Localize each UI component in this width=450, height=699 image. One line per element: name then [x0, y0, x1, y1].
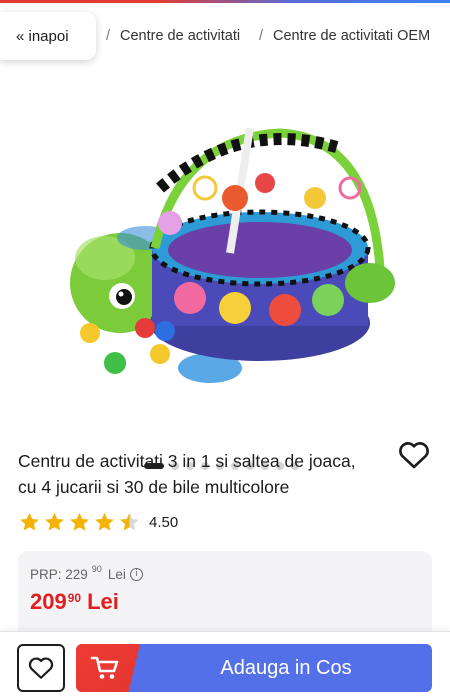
- shopping-cart-icon: [90, 656, 119, 679]
- add-to-cart-label: Adauga in Cos: [220, 656, 352, 679]
- product-gallery[interactable]: [0, 68, 450, 470]
- star-full-icon: [45, 512, 64, 531]
- cart-icon-area: [76, 644, 140, 692]
- product-title-line: Centru de activitati 3 in 1 si saltea de…: [18, 451, 356, 471]
- breadcrumb: i / Centre de activitati / Centre de act…: [0, 8, 450, 64]
- current-price: 209 90 Lei: [30, 589, 119, 615]
- add-to-cart-button[interactable]: Adauga in Cos: [76, 644, 432, 692]
- product-title-line: cu 4 jucarii si 30 de bile multicolore: [18, 477, 290, 497]
- price-decimals: 90: [67, 591, 82, 605]
- bottom-action-bar: Adauga in Cos: [0, 631, 450, 699]
- breadcrumb-separator: /: [259, 28, 264, 44]
- product-image[interactable]: [60, 78, 400, 398]
- add-to-favorites-button[interactable]: [17, 644, 65, 692]
- price-currency: Lei: [87, 589, 119, 614]
- heart-outline-icon: [28, 657, 54, 679]
- breadcrumb-item-centre[interactable]: Centre de activitati: [120, 28, 240, 44]
- top-accent-strip: [0, 0, 450, 3]
- product-title: Centru de activitati 3 in 1 si saltea de…: [18, 448, 438, 500]
- info-icon[interactable]: i: [129, 568, 143, 581]
- star-half-icon: [120, 512, 139, 531]
- breadcrumb-separator: /: [106, 28, 111, 44]
- price-integer: 209: [30, 589, 67, 614]
- recommended-price: PRP: 229 90 Lei i: [30, 564, 143, 582]
- star-full-icon: [70, 512, 89, 531]
- prp-currency: Lei: [107, 567, 126, 582]
- prp-decimals: 90: [91, 564, 102, 574]
- prp-label: PRP: 229: [30, 567, 88, 582]
- breadcrumb-item-centre-oem[interactable]: Centre de activitati OEM: [273, 28, 430, 44]
- star-full-icon: [20, 512, 39, 531]
- back-button[interactable]: « inapoi: [0, 12, 96, 60]
- star-full-icon: [95, 512, 114, 531]
- rating-value: 4.50: [149, 513, 179, 531]
- product-rating[interactable]: 4.50: [18, 510, 178, 534]
- price-card: PRP: 229 90 Lei i 209 90 Lei: [18, 551, 432, 641]
